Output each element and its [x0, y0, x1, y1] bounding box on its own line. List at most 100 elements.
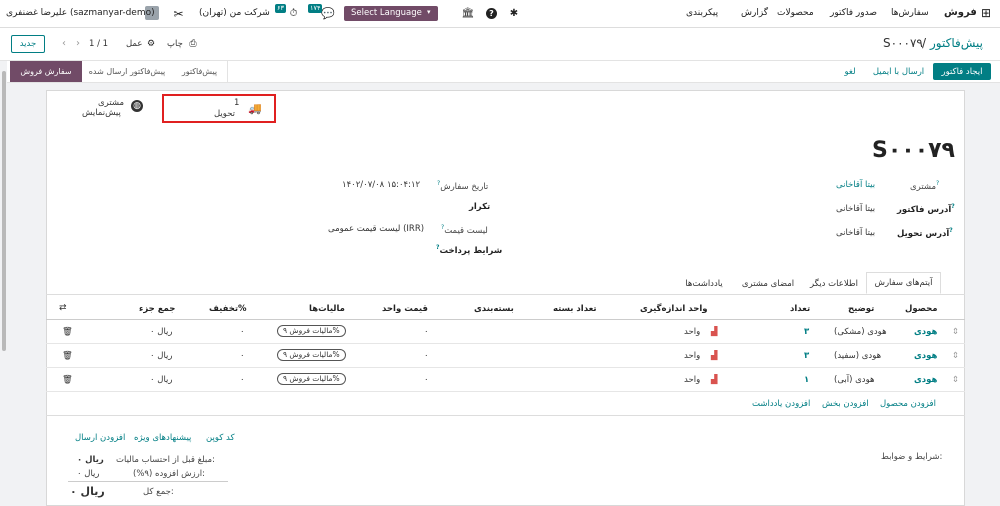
- delivery-smart-button[interactable]: 🚚 1 تحویل: [162, 94, 276, 123]
- scrollbar-thumb[interactable]: [2, 71, 6, 351]
- breadcrumb-parent[interactable]: پیش‌فاکتور: [930, 36, 983, 50]
- customer-field[interactable]: بیتا آقاخانی: [836, 180, 875, 190]
- row-tax-tag[interactable]: مالیات فروش ۹%: [277, 373, 346, 385]
- row-uom[interactable]: واحد: [684, 375, 700, 385]
- add-section-link[interactable]: افزودن بخش: [822, 399, 869, 409]
- print-button[interactable]: چاپ: [167, 39, 183, 49]
- forecast-chart-icon[interactable]: ▟: [711, 375, 718, 385]
- column-uom[interactable]: واحد اندازه‌گیری: [640, 304, 708, 314]
- total-label: جمع کل:: [143, 487, 174, 497]
- gear-icon[interactable]: ⚙: [146, 39, 156, 49]
- menu-invoicing[interactable]: صدور فاکتور: [830, 8, 877, 18]
- drag-handle-icon[interactable]: ⇕: [952, 375, 959, 385]
- tab-other-info-label: اطلاعات دیگر: [809, 278, 859, 289]
- send-email-button[interactable]: ارسال با ایمیل: [867, 63, 930, 80]
- coupon-code-button[interactable]: کد کوپن: [206, 433, 234, 443]
- trash-icon[interactable]: 🗑: [62, 327, 73, 337]
- stage-quotation[interactable]: پیش‌فاکتور: [172, 61, 228, 82]
- row-unit-price[interactable]: ۰: [424, 351, 429, 361]
- truck-icon: 🚚: [248, 102, 262, 115]
- add-shipping-button[interactable]: افزودن ارسال: [75, 433, 125, 443]
- column-settings-icon[interactable]: ⇄: [59, 303, 67, 313]
- column-taxes[interactable]: مالیات‌ها: [309, 304, 345, 314]
- trash-icon[interactable]: 🗑: [62, 351, 73, 361]
- row-discount[interactable]: ۰: [240, 375, 245, 385]
- section-divider: [46, 415, 965, 416]
- help-icon[interactable]: ?: [486, 8, 497, 19]
- company-switcher[interactable]: شرکت من (تهران): [199, 8, 270, 18]
- row-product[interactable]: هودی: [914, 375, 937, 385]
- column-discount[interactable]: تخفیف%: [209, 304, 247, 314]
- row-subtotal: ریال ۰: [150, 375, 173, 385]
- promotions-button[interactable]: پیشنهادهای ویژه: [134, 433, 191, 443]
- column-unit-price[interactable]: قیمت واحد: [382, 304, 428, 314]
- drag-handle-icon[interactable]: ⇕: [952, 327, 959, 337]
- chevron-right-icon[interactable]: ›: [74, 38, 82, 49]
- clock-icon[interactable]: ⏱: [288, 8, 299, 19]
- column-package-qty[interactable]: تعداد بسته: [553, 304, 597, 314]
- column-subtotal[interactable]: جمع جزء: [139, 304, 175, 314]
- new-button[interactable]: جدید: [11, 35, 45, 53]
- tab-order-lines[interactable]: آیتم‌های سفارش: [866, 272, 941, 294]
- tools-icon[interactable]: ✂: [172, 7, 185, 21]
- row-tax-tag[interactable]: مالیات فروش ۹%: [277, 325, 346, 337]
- row-product[interactable]: هودی: [914, 351, 937, 361]
- customer-preview-button[interactable]: ◍ مشتری پیش‌نمایش: [78, 96, 150, 122]
- table-row[interactable]: ⇕ هودی هودی (آبی) ۱ ▟ واحد ۰ مالیات فروش…: [46, 368, 965, 392]
- stage-quotation-sent[interactable]: پیش‌فاکتور ارسال شده: [82, 61, 172, 82]
- menu-products[interactable]: محصولات: [777, 8, 814, 18]
- bug-icon[interactable]: ✱: [509, 8, 519, 19]
- chevron-left-icon[interactable]: ‹: [60, 38, 68, 49]
- cancel-button[interactable]: لغو: [836, 63, 864, 80]
- create-invoice-button[interactable]: ایجاد فاکتور: [933, 63, 991, 80]
- invoice-address-field[interactable]: بیتا آقاخانی: [836, 204, 875, 214]
- add-product-link[interactable]: افزودن محصول: [880, 399, 936, 409]
- app-name[interactable]: فروش: [944, 7, 977, 18]
- table-row[interactable]: ⇕ هودی هودی (مشکی) ۳ ▟ واحد ۰ مالیات فرو…: [46, 320, 965, 344]
- row-unit-price[interactable]: ۰: [424, 375, 429, 385]
- row-tax-tag[interactable]: مالیات فروش ۹%: [277, 349, 346, 361]
- tab-other-info[interactable]: اطلاعات دیگر: [802, 272, 866, 294]
- stage-sales-order[interactable]: سفارش فروش: [10, 61, 82, 82]
- scrollbar[interactable]: [0, 61, 7, 506]
- chat-icon[interactable]: 💬: [321, 7, 335, 20]
- user-menu[interactable]: علیرضا غضنفری (sazmanyar-demo): [6, 8, 155, 18]
- row-quantity[interactable]: ۱: [804, 375, 809, 385]
- order-date-field[interactable]: ۱۴۰۲/۰۷/۰۸ ۱۵:۰۴:۱۲: [342, 180, 420, 190]
- add-note-link[interactable]: افزودن یادداشت: [752, 399, 810, 409]
- row-unit-price[interactable]: ۰: [424, 327, 429, 337]
- drag-handle-icon[interactable]: ⇕: [952, 351, 959, 361]
- forecast-chart-icon[interactable]: ▟: [711, 351, 718, 361]
- delivery-address-field[interactable]: بیتا آقاخانی: [836, 228, 875, 238]
- row-description[interactable]: هودی (مشکی): [834, 327, 887, 337]
- row-quantity[interactable]: ۳: [804, 327, 809, 337]
- order-title: S۰۰۰۷۹: [872, 138, 955, 163]
- column-product[interactable]: محصول: [905, 304, 937, 314]
- row-discount[interactable]: ۰: [240, 327, 245, 337]
- tab-customer-signature[interactable]: امضای مشتری: [734, 272, 802, 294]
- apps-grid-icon[interactable]: ⊞: [979, 6, 993, 20]
- column-quantity[interactable]: تعداد: [790, 304, 810, 314]
- row-quantity[interactable]: ۳: [804, 351, 809, 361]
- row-product[interactable]: هودی: [914, 327, 937, 337]
- row-discount[interactable]: ۰: [240, 351, 245, 361]
- row-description[interactable]: هودی (آبی): [834, 375, 874, 385]
- row-uom[interactable]: واحد: [684, 351, 700, 361]
- menu-reporting[interactable]: گزارش: [741, 8, 768, 18]
- menu-configuration[interactable]: پیکربندی: [686, 8, 718, 18]
- pricelist-field[interactable]: لیست قیمت عمومی (IRR): [328, 224, 424, 234]
- column-description[interactable]: توضیح: [848, 304, 874, 314]
- row-description[interactable]: هودی (سفید): [834, 351, 881, 361]
- pager-value[interactable]: 1 / 1: [89, 39, 108, 49]
- trash-icon[interactable]: 🗑: [62, 375, 73, 385]
- menu-orders[interactable]: سفارش‌ها: [891, 8, 929, 18]
- column-packaging[interactable]: بسته‌بندی: [474, 304, 514, 314]
- print-icon[interactable]: ⎙: [188, 39, 198, 49]
- table-row[interactable]: ⇕ هودی هودی (سفید) ۳ ▟ واحد ۰ مالیات فرو…: [46, 344, 965, 368]
- action-button[interactable]: عمل: [126, 39, 142, 49]
- language-select[interactable]: Select Language ▾: [344, 6, 438, 21]
- tab-notes[interactable]: یادداشت‌ها: [674, 272, 734, 294]
- bank-icon[interactable]: 🏛: [462, 8, 475, 19]
- row-uom[interactable]: واحد: [684, 327, 700, 337]
- forecast-chart-icon[interactable]: ▟: [711, 327, 718, 337]
